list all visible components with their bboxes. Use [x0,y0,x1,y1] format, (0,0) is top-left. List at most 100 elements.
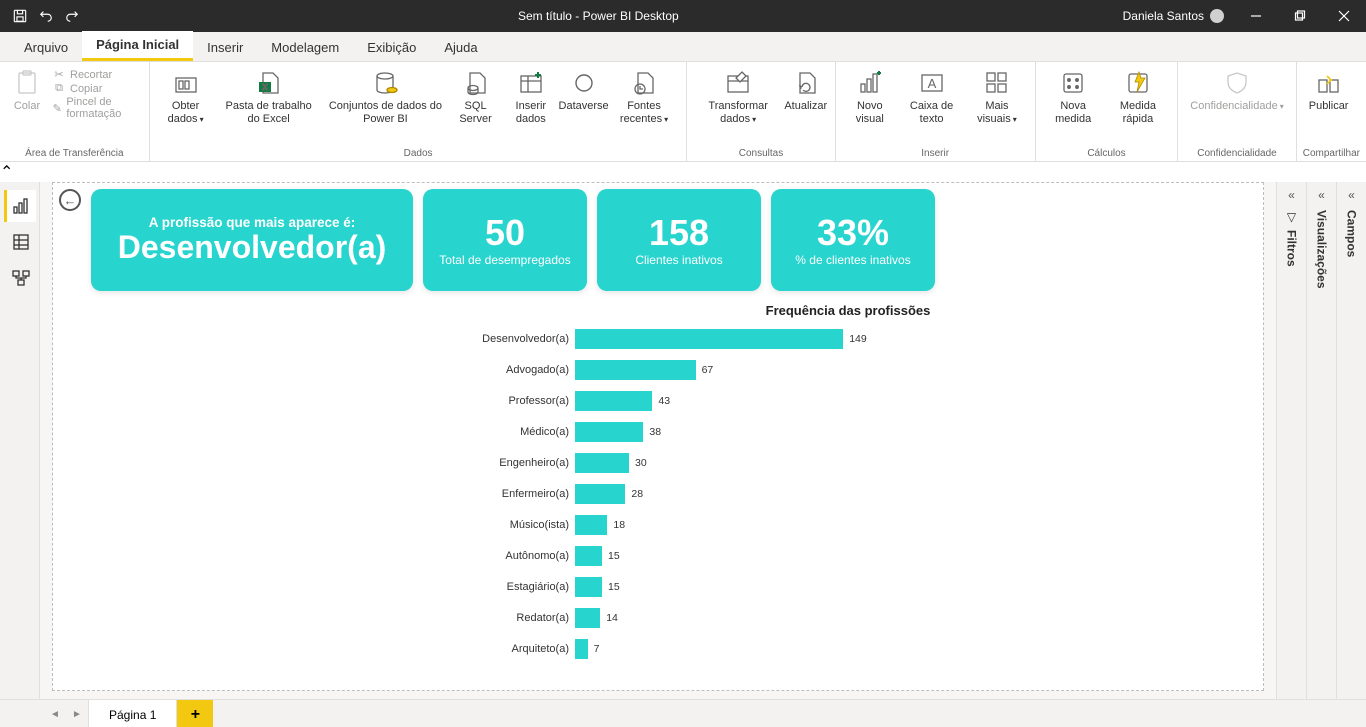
chart-icon [855,68,885,98]
copy-icon: ⧉ [52,82,66,95]
excel-label: Pasta de trabalho do Excel [221,100,315,125]
enter-data-button[interactable]: Inserir dados [502,64,560,125]
enter-data-label: Inserir dados [508,100,554,125]
chart-data-label: 38 [643,426,661,438]
dataverse-button[interactable]: Dataverse [560,64,608,113]
tab-inserir[interactable]: Inserir [193,34,257,61]
chart-category-label: Desenvolvedor(a) [445,333,575,345]
tab-pagina-inicial[interactable]: Página Inicial [82,31,193,61]
more-visuals-icon [982,68,1012,98]
filter-icon: ▽ [1287,210,1296,224]
pbi-datasets-button[interactable]: Conjuntos de dados do Power BI [322,64,449,125]
paste-label: Colar [14,100,40,113]
left-nav-rail [0,182,40,699]
chart-row: Engenheiro(a)30 [445,452,1251,474]
excel-icon: X [254,68,284,98]
user-account[interactable]: Daniela Santos [1113,9,1234,23]
chart-bar [575,577,602,597]
chevron-left-icon: « [1318,188,1325,202]
more-visuals-button[interactable]: Mais visuais [965,64,1029,125]
page-tabs-bar: ◄ ► Página 1 + [0,699,1366,727]
chart-category-label: Médico(a) [445,426,575,438]
filters-pane[interactable]: « ▽ Filtros [1276,182,1306,699]
chart-data-label: 14 [600,612,618,624]
get-data-button[interactable]: Obter dados [156,64,216,125]
refresh-label: Atualizar [784,100,827,113]
quick-measure-label: Medida rápida [1111,100,1166,125]
new-measure-label: Nova medida [1048,100,1099,125]
chart-data-label: 15 [602,550,620,562]
measure-icon [1058,68,1088,98]
model-view-button[interactable] [4,262,36,294]
chart-category-label: Advogado(a) [445,364,575,376]
chart-row: Advogado(a)67 [445,359,1251,381]
undo-icon[interactable] [34,4,58,28]
group-clipboard-label: Área de Transferência [6,148,143,161]
add-page-button[interactable]: + [177,700,213,727]
page-prev-button[interactable]: ◄ [44,704,66,726]
tab-exibicao[interactable]: Exibição [353,34,430,61]
chart-bar [575,422,643,442]
chevron-left-icon: « [1288,188,1295,202]
maximize-button[interactable] [1278,0,1322,32]
refresh-button[interactable]: Atualizar [783,64,829,113]
chart-bar [575,360,696,380]
save-icon[interactable] [8,4,32,28]
new-visual-button[interactable]: Novo visual [842,64,899,125]
pbi-datasets-label: Conjuntos de dados do Power BI [328,100,443,125]
tab-modelagem[interactable]: Modelagem [257,34,353,61]
chart-row: Médico(a) 38 [445,421,1251,443]
recent-sources-button[interactable]: Fontes recentes [608,64,681,125]
get-data-icon [171,68,201,98]
page-next-button[interactable]: ► [66,704,88,726]
recent-sources-label: Fontes recentes [614,100,675,125]
quick-measure-button[interactable]: Medida rápida [1105,64,1172,125]
textbox-label: Caixa de texto [904,100,959,125]
card-top-profession[interactable]: A profissão que mais aparece é: Desenvol… [91,189,413,291]
data-view-button[interactable] [4,226,36,258]
textbox-button[interactable]: A Caixa de texto [898,64,965,125]
avatar-icon [1210,9,1224,23]
report-page[interactable]: ← A profissão que mais aparece é: Desenv… [52,182,1264,691]
chart-data-label: 18 [607,519,625,531]
redo-icon[interactable] [60,4,84,28]
back-button[interactable]: ← [59,189,81,211]
chart-bar [575,608,600,628]
transform-icon [723,68,753,98]
publish-label: Publicar [1309,100,1349,113]
bar-chart-visual[interactable]: Frequência das profissões Desenvolvedor(… [65,303,1251,660]
card-inactive-clients[interactable]: 158 Clientes inativos [597,189,761,291]
publish-button[interactable]: Publicar [1303,64,1355,113]
visualizations-pane[interactable]: « Visualizações [1306,182,1336,699]
table-plus-icon [516,68,546,98]
chart-bar [575,546,602,566]
copy-button: ⧉Copiar [52,82,143,95]
group-share-label: Compartilhar [1303,148,1360,161]
format-painter-button: ✎Pincel de formatação [52,96,143,120]
new-measure-button[interactable]: Nova medida [1042,64,1105,125]
fields-pane[interactable]: « Campos [1336,182,1366,699]
page-tab-1[interactable]: Página 1 [88,700,177,727]
card-inactive-pct[interactable]: 33% % de clientes inativos [771,189,935,291]
tab-ajuda[interactable]: Ajuda [430,34,491,61]
card-unemployed[interactable]: 50 Total de desempregados [423,189,587,291]
card-top-profession-label: A profissão que mais aparece é: [149,215,356,230]
chart-category-label: Redator(a) [445,612,575,624]
sensitivity-button: Confidencialidade [1184,64,1289,113]
card-top-profession-value: Desenvolvedor(a) [118,230,387,265]
chevron-left-icon: « [1348,188,1355,202]
report-view-button[interactable] [4,190,36,222]
chart-category-label: Autônomo(a) [445,550,575,562]
svg-text:A: A [927,76,936,91]
close-button[interactable] [1322,0,1366,32]
chart-bar [575,391,652,411]
publish-icon [1314,68,1344,98]
minimize-button[interactable] [1234,0,1278,32]
chart-row: Professor(a)43 [445,390,1251,412]
excel-button[interactable]: X Pasta de trabalho do Excel [215,64,321,125]
transform-data-button[interactable]: Transformar dados [693,64,782,125]
card-inactive-value: 158 [649,213,709,253]
sql-button[interactable]: SQL Server [449,64,502,125]
collapse-ribbon-icon[interactable]: ⌃ [0,162,1366,182]
tab-arquivo[interactable]: Arquivo [10,34,82,61]
